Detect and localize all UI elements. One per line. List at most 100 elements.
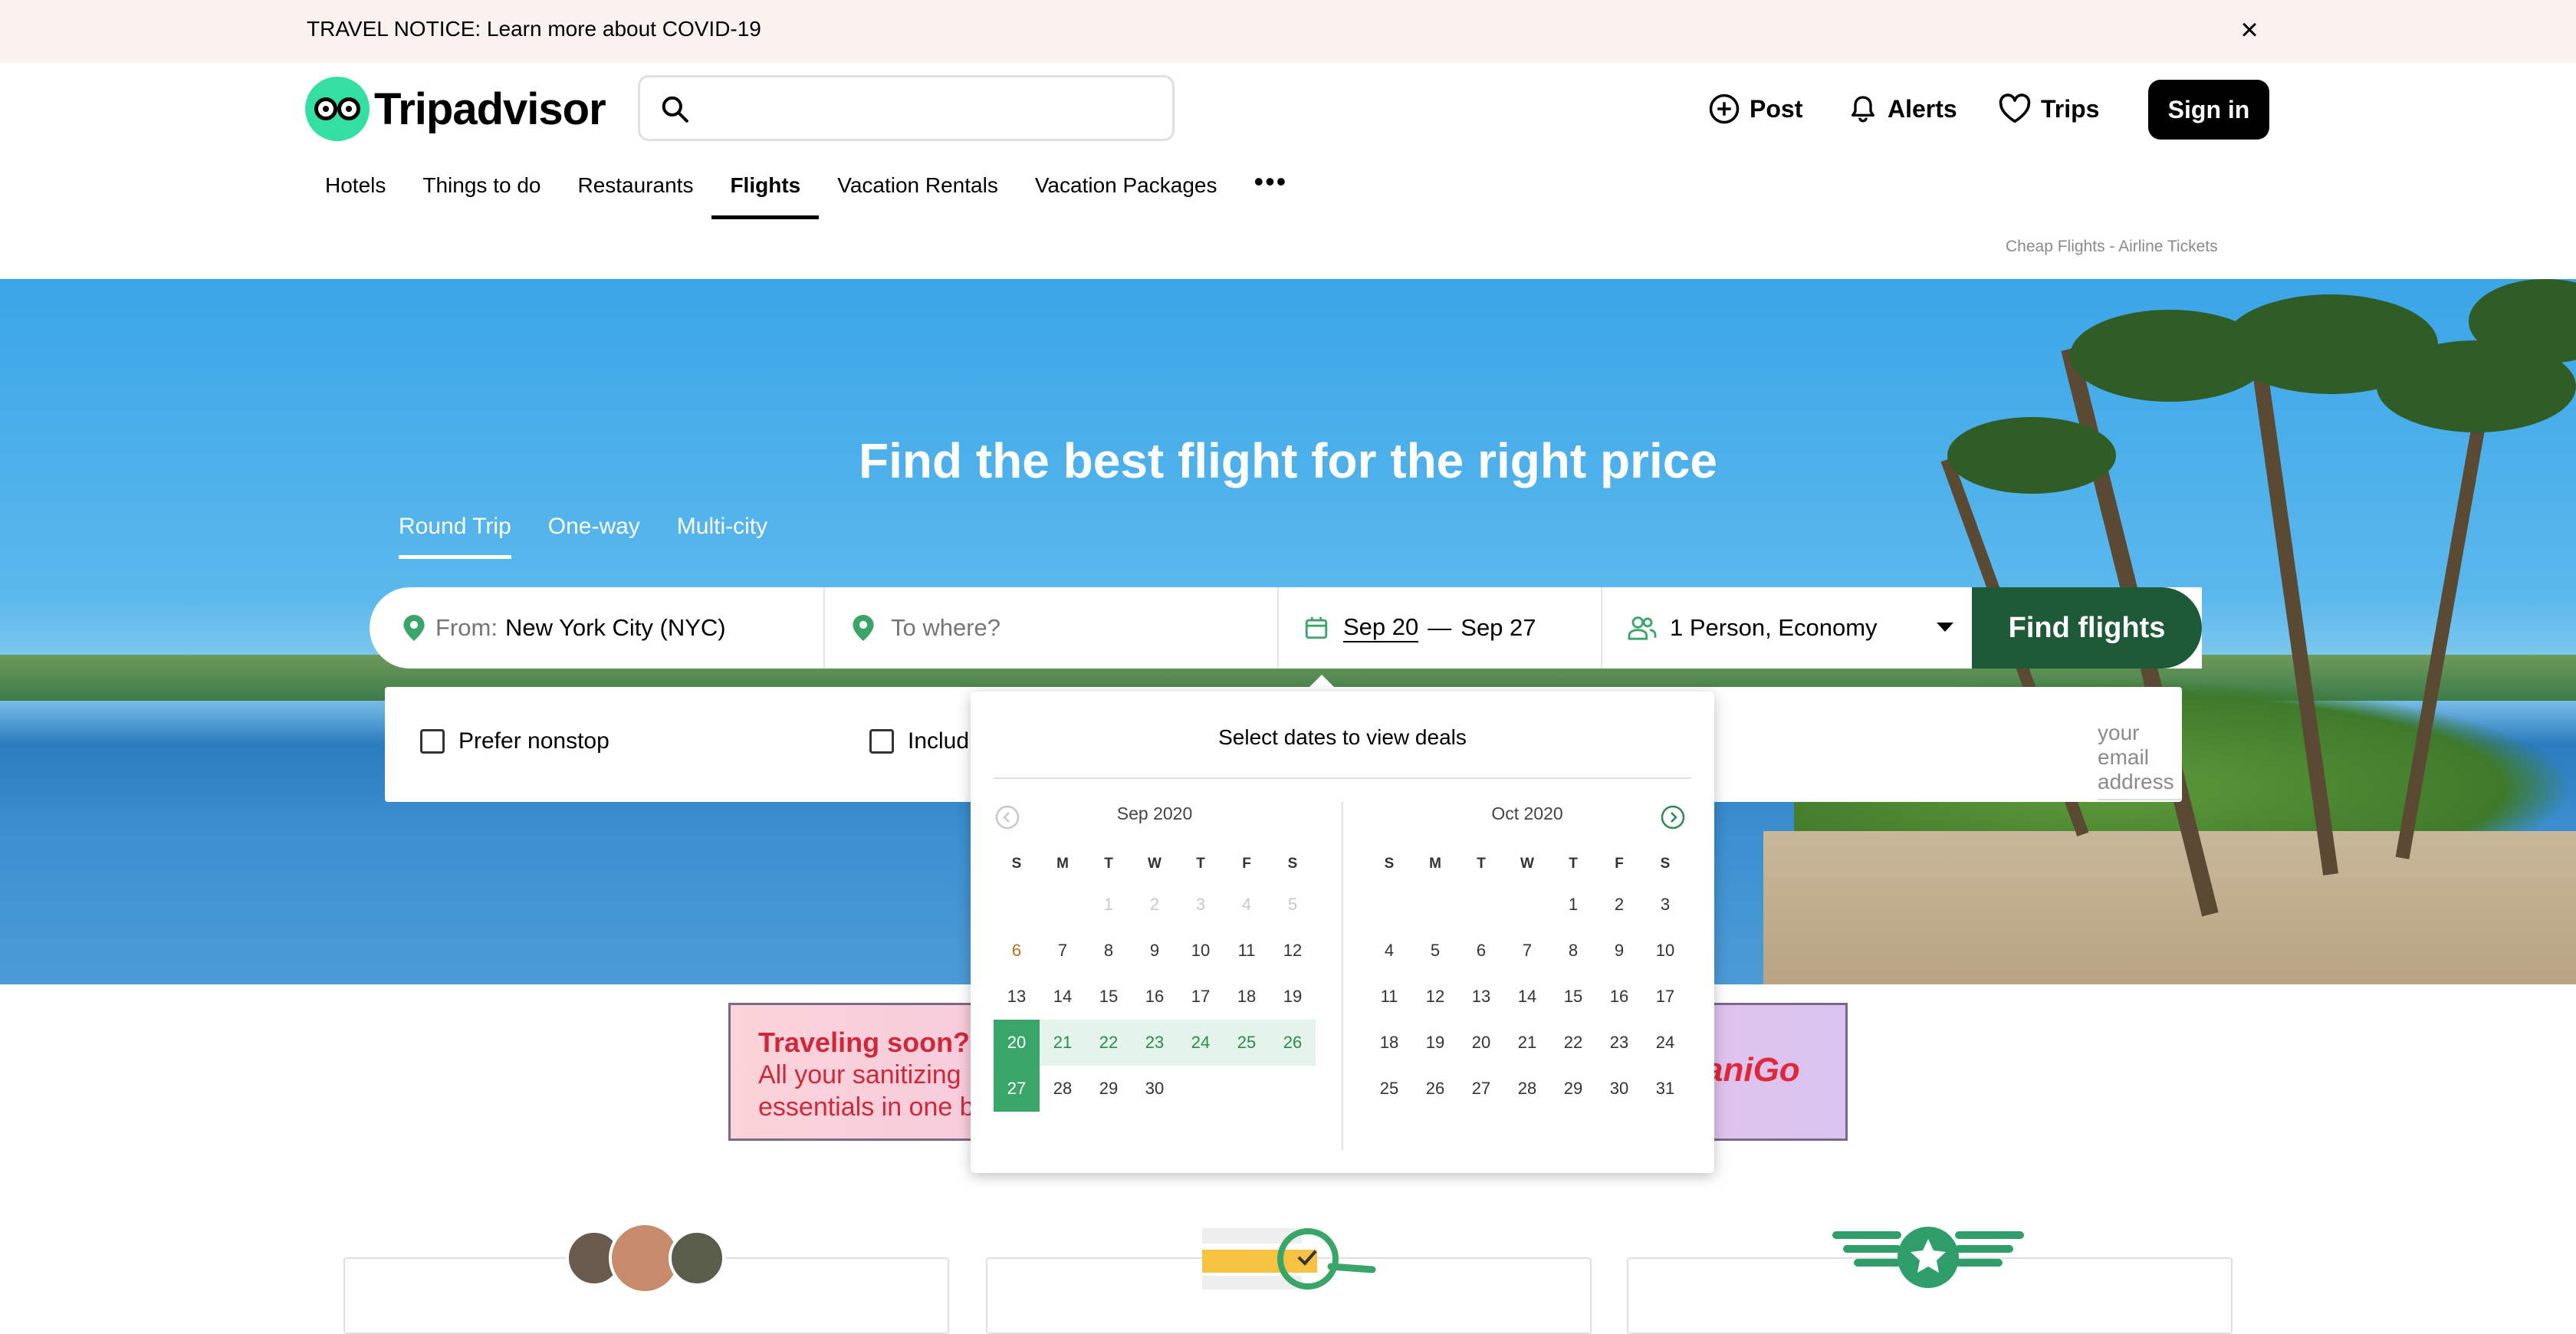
tab-hotels[interactable]: Hotels: [307, 153, 404, 219]
tab-multi-city[interactable]: Multi-city: [677, 514, 767, 559]
calendar-day[interactable]: 7: [1504, 928, 1550, 974]
trips-button[interactable]: Trips: [1998, 80, 2099, 138]
tab-restaurants[interactable]: Restaurants: [559, 153, 711, 219]
date-end[interactable]: Sep 27: [1460, 614, 1536, 642]
breadcrumb[interactable]: Cheap Flights - Airline Tickets: [2006, 238, 2218, 256]
weekday-label: F: [1615, 856, 1624, 872]
search-input[interactable]: [638, 75, 1175, 141]
calendar-day[interactable]: 15: [1550, 974, 1596, 1020]
email-field[interactable]: your email address: [2098, 721, 2182, 800]
post-button[interactable]: Post: [1708, 80, 1802, 138]
calendar-day[interactable]: 31: [1642, 1066, 1688, 1112]
weekday-label: T: [1477, 856, 1486, 872]
calendar-day[interactable]: 24: [1178, 1020, 1224, 1066]
calendar-day[interactable]: 30: [1596, 1066, 1642, 1112]
calendar-day[interactable]: 5: [1412, 928, 1458, 974]
calendar-day[interactable]: 25: [1366, 1066, 1412, 1112]
calendar-day[interactable]: 28: [1504, 1066, 1550, 1112]
owl-logo-icon: [305, 77, 370, 141]
tab-vacation-packages[interactable]: Vacation Packages: [1017, 153, 1236, 219]
calendar-day[interactable]: 19: [1270, 974, 1316, 1020]
tab-things-to-do[interactable]: Things to do: [404, 153, 559, 219]
calendar-day[interactable]: 13: [1458, 974, 1504, 1020]
calendar-day[interactable]: 21: [1504, 1020, 1550, 1066]
to-placeholder: To where?: [891, 614, 1001, 641]
calendar-day[interactable]: 12: [1412, 974, 1458, 1020]
alerts-button[interactable]: Alerts: [1848, 80, 1957, 138]
calendar-day[interactable]: 26: [1270, 1020, 1316, 1066]
logo-text: Tripadvisor: [374, 84, 606, 134]
travel-notice-link[interactable]: TRAVEL NOTICE: Learn more about COVID-19: [307, 17, 761, 41]
trips-label: Trips: [2041, 94, 2100, 123]
main-nav: Hotels Things to do Restaurants Flights …: [307, 153, 1306, 219]
calendar-day[interactable]: 29: [1086, 1066, 1132, 1112]
calendar-day[interactable]: 9: [1596, 928, 1642, 974]
avatar: [669, 1230, 725, 1286]
calendar-day[interactable]: 18: [1224, 974, 1270, 1020]
calendar-day[interactable]: 16: [1596, 974, 1642, 1020]
calendar-day[interactable]: 17: [1642, 974, 1688, 1020]
calendar-day[interactable]: 22: [1550, 1020, 1596, 1066]
calendar-day[interactable]: 13: [994, 974, 1040, 1020]
calendar-day[interactable]: 10: [1178, 928, 1224, 974]
calendar-day[interactable]: 25: [1224, 1020, 1270, 1066]
calendar-day[interactable]: 17: [1178, 974, 1224, 1020]
calendar-day[interactable]: 11: [1224, 928, 1270, 974]
calendar-day[interactable]: 23: [1132, 1020, 1178, 1066]
calendar-day[interactable]: 8: [1550, 928, 1596, 974]
prefer-nonstop-checkbox[interactable]: Prefer nonstop: [420, 728, 610, 754]
heart-icon: [1999, 94, 2031, 123]
calendar-day[interactable]: 24: [1642, 1020, 1688, 1066]
calendar-day[interactable]: 30: [1132, 1066, 1178, 1112]
calendar-day[interactable]: 8: [1086, 928, 1132, 974]
calendar-day[interactable]: 10: [1642, 928, 1688, 974]
calendar-day[interactable]: 19: [1412, 1020, 1458, 1066]
calendar-day[interactable]: 26: [1412, 1066, 1458, 1112]
calendar-day[interactable]: 1: [1550, 882, 1596, 928]
calendar-day[interactable]: 9: [1132, 928, 1178, 974]
calendar-day[interactable]: 23: [1596, 1020, 1642, 1066]
find-flights-button[interactable]: Find flights: [1972, 587, 2202, 669]
calendar-day[interactable]: 11: [1366, 974, 1412, 1020]
calendar-day[interactable]: 4: [1366, 928, 1412, 974]
travelers-select[interactable]: 1 Person, Economy: [1627, 587, 1964, 669]
include-nearby-checkbox[interactable]: Includ: [869, 728, 969, 754]
tab-flights[interactable]: Flights: [711, 153, 819, 219]
sign-in-button[interactable]: Sign in: [2148, 80, 2269, 140]
calendar-day[interactable]: 6: [1458, 928, 1504, 974]
calendar-day[interactable]: 20: [1458, 1020, 1504, 1066]
calendar-day[interactable]: 18: [1366, 1020, 1412, 1066]
travelers-value: 1 Person, Economy: [1670, 614, 1878, 641]
calendar-day[interactable]: 29: [1550, 1066, 1596, 1112]
calendar-day[interactable]: 28: [1040, 1066, 1086, 1112]
calendar-day[interactable]: 2: [1596, 882, 1642, 928]
close-icon[interactable]: ×: [2236, 15, 2263, 45]
calendar-day[interactable]: 3: [1642, 882, 1688, 928]
calendar-day[interactable]: 16: [1132, 974, 1178, 1020]
tripadvisor-logo[interactable]: Tripadvisor: [305, 77, 606, 141]
tab-round-trip[interactable]: Round Trip: [399, 514, 511, 559]
more-icon[interactable]: •••: [1235, 153, 1306, 219]
people-icon: [1628, 616, 1657, 640]
calendar-day[interactable]: 7: [1040, 928, 1086, 974]
banner-subtext: All your sanitizing essentials in one b: [758, 1060, 974, 1122]
calendar-day[interactable]: 15: [1086, 974, 1132, 1020]
location-pin-icon: [403, 615, 425, 641]
tab-vacation-rentals[interactable]: Vacation Rentals: [819, 153, 1017, 219]
calendar-day[interactable]: 20: [994, 1020, 1040, 1066]
from-field[interactable]: From: New York City (NYC): [403, 587, 817, 669]
weekday-label: M: [1056, 856, 1069, 872]
to-field[interactable]: To where?: [853, 587, 1267, 669]
calendar-day[interactable]: 14: [1040, 974, 1086, 1020]
calendar-day[interactable]: 21: [1040, 1020, 1086, 1066]
calendar-day[interactable]: 6: [994, 928, 1040, 974]
date-field[interactable]: Sep 20 — Sep 27: [1303, 587, 1595, 669]
calendar-day[interactable]: 27: [1458, 1066, 1504, 1112]
date-start[interactable]: Sep 20: [1343, 613, 1419, 642]
calendar-day[interactable]: 27: [994, 1066, 1040, 1112]
calendar-day[interactable]: 12: [1270, 928, 1316, 974]
calendar-day[interactable]: 14: [1504, 974, 1550, 1020]
tab-one-way[interactable]: One-way: [548, 514, 640, 559]
calendar-day[interactable]: 22: [1086, 1020, 1132, 1066]
weekday-label: M: [1429, 856, 1441, 872]
